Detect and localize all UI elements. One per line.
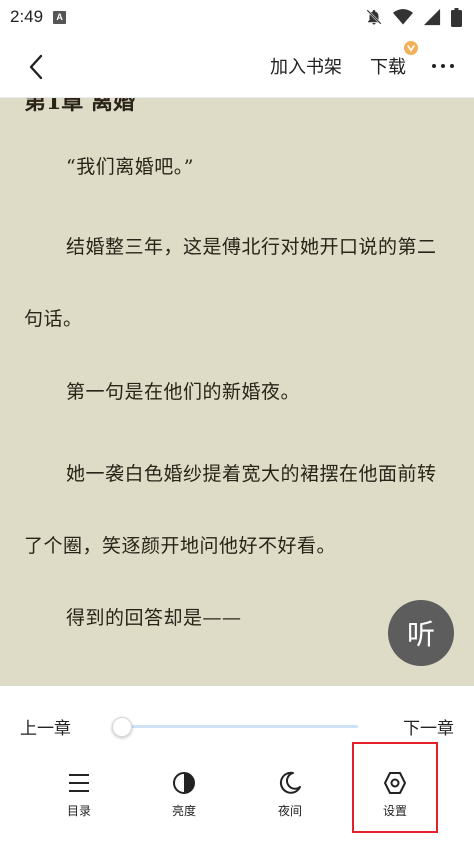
chevron-left-icon [29,54,43,80]
brightness-label: 亮度 [171,804,196,818]
status-bar: 2:49 A [0,0,474,34]
status-icons [365,7,462,27]
settings-button[interactable]: 设置 [360,770,430,820]
back-button[interactable] [22,52,52,82]
brightness-button[interactable]: 亮度 [149,770,219,820]
download-button[interactable]: 下载 [370,41,418,79]
bottom-reading-menu: 上一章 下一章 目录 亮度 夜间 设置 [0,686,474,844]
signal-icon [423,8,441,26]
next-chapter-button[interactable]: 下一章 [403,714,454,739]
paragraph: 结婚整三年，这是傅北行对她开口说的第二句话。 [24,211,454,355]
status-time: 2:49 [10,7,44,26]
prev-chapter-button[interactable]: 上一章 [20,714,71,739]
notifications-off-icon [366,9,382,25]
toc-label: 目录 [66,804,91,818]
chapter-navigation: 上一章 下一章 [0,710,474,740]
reading-area[interactable]: 第1章 离婚 “我们离婚吧。” 结婚整三年，这是傅北行对她开口说的第二句话。 第… [0,98,474,686]
settings-icon [384,772,406,794]
paragraph-text: 她一袭白色婚纱提着宽大的裙摆在他面前转了个圈，笑逐颜开地问他好不好看。 [24,463,437,557]
reader-tools: 目录 亮度 夜间 设置 [0,770,474,820]
night-label: 夜间 [277,804,302,818]
night-mode-button[interactable]: 夜间 [255,770,325,820]
brightness-icon [173,772,195,794]
settings-label: 设置 [382,804,407,818]
chapter-progress-slider[interactable] [111,717,358,737]
menu-list-icon [69,774,89,792]
moon-icon [279,771,301,794]
top-actions: 加入书架 下载 [242,34,454,98]
paragraph: 第一句是在他们的新婚夜。 [24,356,454,428]
toc-button[interactable]: 目录 [44,770,114,820]
battery-icon [451,7,462,27]
more-options-icon[interactable] [432,58,454,74]
paragraph-text: 结婚整三年，这是傅北行对她开口说的第二句话。 [24,236,437,330]
wifi-icon [393,9,413,25]
add-to-shelf-button[interactable]: 加入书架 [270,53,342,79]
progress-thumb[interactable] [111,717,132,737]
vip-badge-icon [404,41,418,55]
top-app-bar: 加入书架 下载 [0,34,474,98]
download-label: 下载 [370,57,406,77]
paragraph: 她一袭白色婚纱提着宽大的裙摆在他面前转了个圈，笑逐颜开地问他好不好看。 [24,438,454,582]
paragraph-text: 第一句是在他们的新婚夜。 [66,381,301,403]
chapter-title: 第1章 离婚 [24,98,135,115]
listen-button[interactable]: 听 [388,600,454,666]
paragraph-text: 得到的回答却是—— [66,607,242,629]
paragraph: “我们离婚吧。” [24,131,454,203]
paragraph-text: “我们离婚吧。” [66,156,194,178]
app-notification-icon: A [53,10,67,24]
